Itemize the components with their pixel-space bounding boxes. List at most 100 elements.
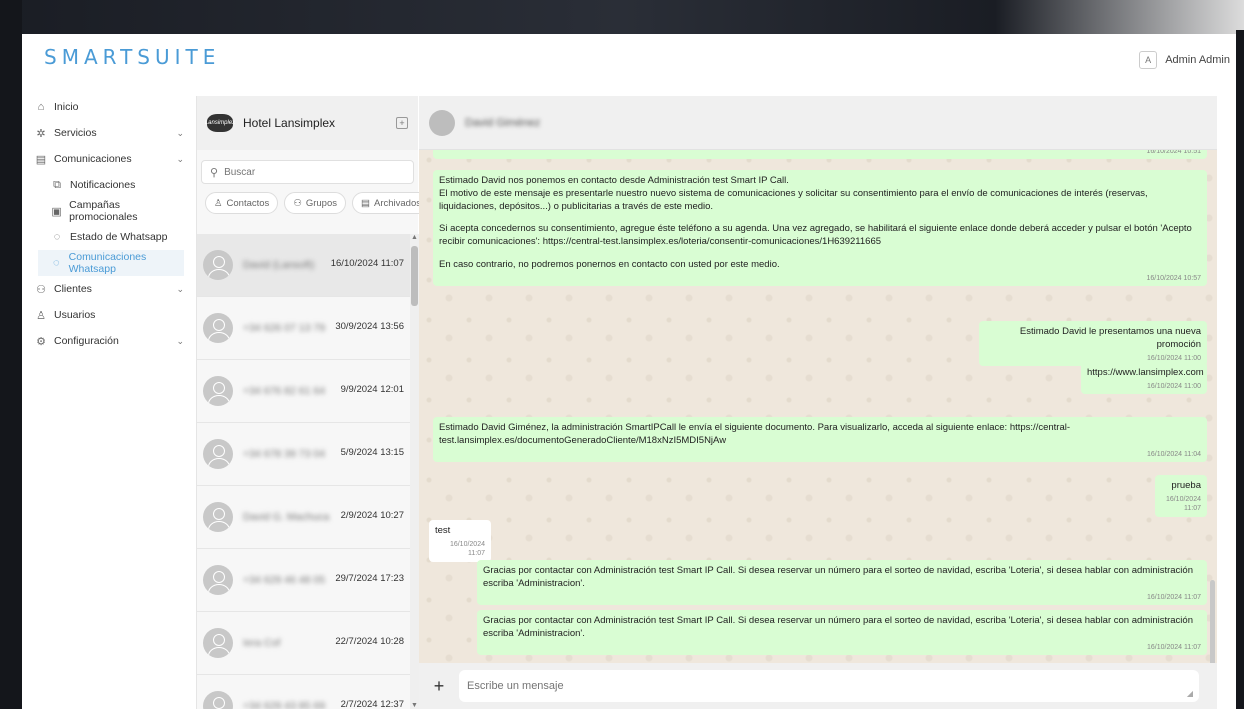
- attach-plus-icon[interactable]: +: [419, 676, 459, 697]
- contact-name: +34 676 82 61 64: [243, 385, 326, 397]
- user-menu[interactable]: A Admin Admin: [1139, 51, 1230, 69]
- message-input[interactable]: [467, 680, 1147, 692]
- app-logo[interactable]: SMARTSUITE: [44, 45, 220, 69]
- resize-handle-icon[interactable]: ◢: [1187, 689, 1193, 698]
- contact-last-date: 2/7/2024 12:37: [340, 699, 404, 709]
- contact-row[interactable]: +34 629 46 48 05 29/7/2024 17:23: [197, 549, 410, 612]
- user-name[interactable]: Admin Admin: [1165, 54, 1230, 66]
- contact-list-scrollbar[interactable]: ▲ ▼: [410, 234, 419, 709]
- avatar: [203, 376, 233, 406]
- groups-icon: ⚇: [293, 197, 302, 209]
- contact-list: David (Lansoft) 16/10/2024 11:07 +34 626…: [197, 234, 410, 709]
- sidebar-item-label: Comunicaciones Whatsapp: [68, 251, 147, 275]
- sidebar-item-inicio[interactable]: ⌂ Inicio: [34, 94, 184, 120]
- sidebar-item-usuarios[interactable]: ♙ Usuarios: [34, 302, 184, 328]
- chevron-down-icon[interactable]: ⌄: [176, 284, 184, 295]
- outgoing-message[interactable]: prueba 16/10/2024 11:07: [1155, 475, 1207, 517]
- monitor-bezel-top: [0, 0, 1244, 36]
- outgoing-message[interactable]: Gracias por contactar con Administración…: [477, 610, 1207, 656]
- chat-contact-name[interactable]: David Giménez: [465, 117, 540, 129]
- contact-name: +34 629 43 85 69: [243, 700, 326, 709]
- incoming-message[interactable]: test 16/10/2024 11:07: [429, 520, 491, 562]
- sidebar-nav: ⌂ Inicio ✲ Servicios ⌄ ▤ Comunicaciones ⌄ ⧉ N…: [34, 94, 184, 694]
- message-text: Estimado David Giménez, la administració…: [439, 422, 1071, 446]
- outgoing-message[interactable]: Estimado David Giménez, la administració…: [433, 417, 1207, 463]
- message-time: 16/10/2024 10:51: [1146, 150, 1202, 155]
- avatar: [203, 313, 233, 343]
- message-composer: + ◢: [419, 663, 1217, 709]
- new-chat-icon[interactable]: +: [396, 117, 408, 129]
- message-time: 16/10/2024 11:07: [1147, 643, 1201, 651]
- message-time: 16/10/2024 10:57: [1146, 274, 1202, 282]
- contact-row[interactable]: +34 629 43 85 69 2/7/2024 12:37: [197, 675, 410, 709]
- scroll-thumb[interactable]: [411, 246, 418, 306]
- contact-last-date: 2/9/2024 10:27: [340, 510, 404, 521]
- contact-name: David G. Machuca: [243, 511, 330, 523]
- app-screen: SMARTSUITE A Admin Admin ⌂ Inicio ✲ Servi…: [22, 34, 1236, 709]
- message-text: https://www.lansimplex.com: [1087, 367, 1204, 378]
- message-text: Estimado David le presentamos una nueva …: [1019, 326, 1201, 350]
- sidebar-item-label: Configuración: [54, 335, 119, 347]
- contact-last-date: 30/9/2024 13:56: [335, 321, 404, 332]
- user-icon: ♙: [36, 309, 46, 322]
- whatsapp-icon: ◌: [53, 257, 60, 269]
- avatar: [203, 439, 233, 469]
- contacts-panel: Lansimplex Hotel Lansimplex + ⚲ ♙ Contac…: [196, 96, 430, 709]
- contact-row[interactable]: David G. Machuca 2/9/2024 10:27: [197, 486, 410, 549]
- contact-row[interactable]: Iera Cof 22/7/2024 10:28: [197, 612, 410, 675]
- message-text: prueba: [1171, 480, 1201, 491]
- sidebar-item-clientes[interactable]: ⚇ Clientes ⌄: [34, 276, 184, 302]
- contact-row[interactable]: +34 626 07 13 79 30/9/2024 13:56: [197, 297, 410, 360]
- monitor-bezel-left: [0, 0, 22, 709]
- contact-search: ⚲: [201, 160, 414, 184]
- chat-scrollbar[interactable]: [1210, 580, 1215, 663]
- outgoing-message[interactable]: Estimado David nos ponemos en contacto d…: [433, 170, 1207, 287]
- whatsapp-icon: ◌: [53, 231, 61, 243]
- chevron-down-icon[interactable]: ⌄: [176, 154, 184, 165]
- filter-label: Archivados: [373, 197, 421, 209]
- contact-row[interactable]: +34 678 39 73 04 5/9/2024 13:15: [197, 423, 410, 486]
- contact-row[interactable]: +34 676 82 61 64 9/9/2024 12:01: [197, 360, 410, 423]
- sidebar-item-notificaciones[interactable]: ⧉ Notificaciones: [34, 172, 184, 198]
- message-text-line: En caso contrario, no podremos ponernos …: [439, 259, 780, 271]
- sidebar-item-estado-de-whatsapp[interactable]: ◌ Estado de Whatsapp: [34, 224, 184, 250]
- contact-name: Iera Cof: [243, 637, 281, 649]
- user-avatar[interactable]: A: [1139, 51, 1158, 69]
- search-input[interactable]: [224, 166, 395, 178]
- filter-chips: ♙ Contactos ⚇ Grupos ▤ Archivados: [205, 192, 430, 214]
- sidebar-item-label: Inicio: [54, 101, 79, 113]
- outgoing-message[interactable]: https://www.lansimplex.com 16/10/2024 11:…: [1081, 362, 1207, 395]
- archive-icon: ▤: [361, 197, 370, 209]
- scroll-down-icon[interactable]: ▼: [411, 702, 418, 709]
- outgoing-message[interactable]: Gracias por contactar con Administración…: [477, 560, 1207, 606]
- filter-contactos[interactable]: ♙ Contactos: [205, 192, 279, 214]
- sidebar-item-comunicaciones[interactable]: ▤ Comunicaciones ⌄: [34, 146, 184, 172]
- sidebar-item-comunicaciones-whatsapp[interactable]: ◌ Comunicaciones Whatsapp: [38, 250, 184, 276]
- scroll-up-icon[interactable]: ▲: [411, 234, 418, 241]
- chevron-down-icon[interactable]: ⌄: [176, 336, 184, 347]
- sidebar-item-campa-as-promocionales[interactable]: ▣ Campañas promocionales: [34, 198, 184, 224]
- message-time: 16/10/2024 11:00: [1147, 382, 1201, 390]
- contact-name: David (Lansoft): [243, 259, 315, 271]
- sidebar-item-configuraci-n[interactable]: ⚙ Configuración ⌄: [34, 328, 184, 354]
- filter-label: Grupos: [305, 197, 337, 209]
- outgoing-message[interactable]: Estimado David le presentamos una nueva …: [979, 321, 1207, 367]
- message-square-icon: ▤: [35, 153, 47, 166]
- message-time: 16/10/2024 11:07: [1147, 593, 1201, 601]
- outgoing-message[interactable]: 16/10/2024 10:51: [433, 150, 1207, 160]
- contact-row[interactable]: David (Lansoft) 16/10/2024 11:07: [197, 234, 410, 297]
- top-bar: SMARTSUITE A Admin Admin: [22, 34, 1236, 94]
- services-icon: ✲: [36, 127, 46, 140]
- chevron-down-icon[interactable]: ⌄: [176, 128, 184, 139]
- chat-header: David Giménez: [419, 96, 1217, 150]
- chat-contact-avatar[interactable]: [429, 109, 455, 136]
- message-text-line: Si acepta concedernos su consentimiento,…: [439, 223, 1192, 248]
- message-area: 16/10/2024 10:51 Estimado David nos ponem…: [419, 150, 1217, 663]
- sidebar-item-servicios[interactable]: ✲ Servicios ⌄: [34, 120, 184, 146]
- message-text-line: El motivo de este mensaje es presentarle…: [439, 187, 1148, 212]
- sidebar-item-label: Campañas promocionales: [69, 199, 138, 223]
- campaign-icon: ▣: [51, 205, 62, 218]
- filter-grupos[interactable]: ⚇ Grupos: [284, 192, 346, 214]
- contact-name: +34 629 46 48 05: [243, 574, 326, 586]
- contact-last-date: 5/9/2024 13:15: [340, 447, 404, 458]
